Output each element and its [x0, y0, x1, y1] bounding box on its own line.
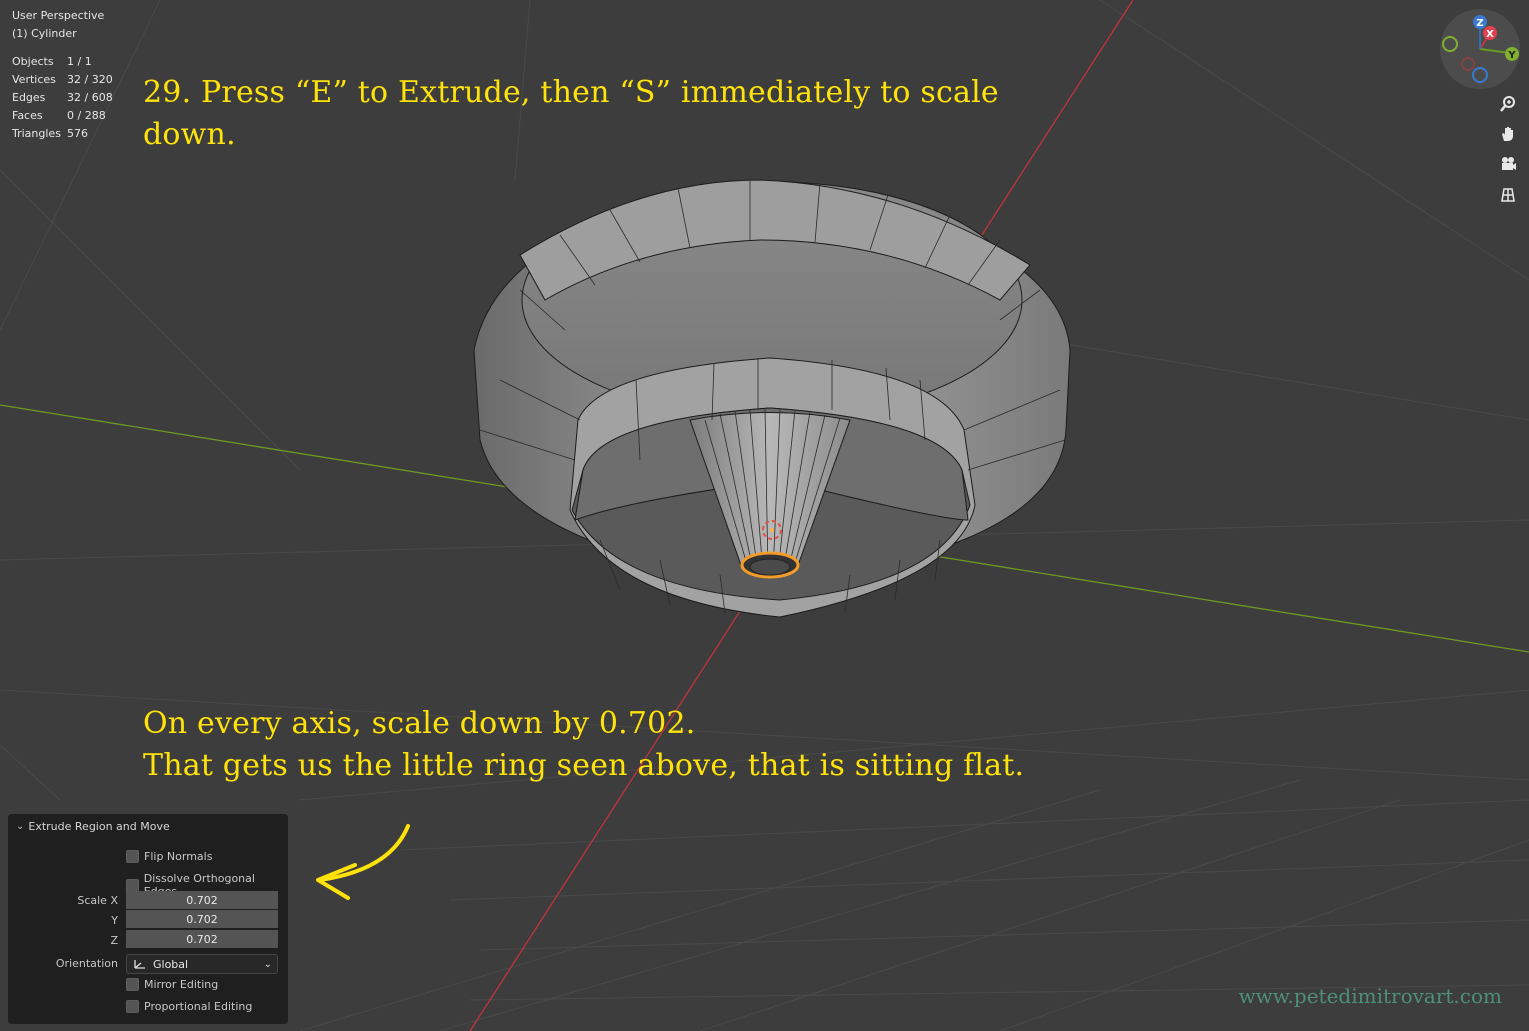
stats-row: Edges 32 / 608	[12, 89, 113, 107]
stats-row: Objects 1 / 1	[12, 53, 113, 71]
scale-x-field[interactable]: 0.702	[126, 891, 278, 909]
chevron-down-icon: ⌄	[263, 958, 272, 970]
viewport-mode: User Perspective	[12, 9, 105, 22]
navigation-gizmo[interactable]: X Y Z	[1440, 9, 1520, 89]
zoom-icon[interactable]	[1493, 90, 1523, 118]
stat-value: 32 / 608	[67, 91, 113, 104]
mirror-editing-label: Mirror Editing	[144, 978, 219, 991]
stats-row: Faces 0 / 288	[12, 107, 113, 125]
stat-value: 1 / 1	[67, 55, 92, 68]
gizmo-x-label: X	[1486, 29, 1494, 40]
annotation-step: 29. Press “E” to Extrude, then “S” immed…	[143, 75, 999, 152]
stats-row: Triangles 576	[12, 125, 113, 143]
dissolve-checkbox[interactable]	[126, 878, 139, 892]
scale-z-label: Z	[110, 934, 118, 947]
flip-normals-checkbox[interactable]	[126, 850, 139, 863]
flip-normals-option[interactable]: Flip Normals	[126, 850, 212, 863]
mirror-editing-checkbox[interactable]	[126, 978, 139, 991]
panel-header[interactable]: ⌄ Extrude Region and Move	[16, 820, 170, 833]
gizmo-axes: X Y Z	[1442, 15, 1519, 83]
stat-label: Triangles	[12, 127, 61, 140]
annotation-arrow	[316, 824, 410, 900]
orientation-value: Global	[153, 957, 189, 971]
orientation-icon	[134, 960, 145, 969]
camera-icon[interactable]	[1493, 150, 1523, 178]
stat-value: 32 / 320	[67, 73, 113, 86]
proportional-editing-option[interactable]: Proportional Editing	[126, 1000, 252, 1013]
annotation-line: On every axis, scale down by 0.702.	[143, 706, 696, 741]
annotation-instruction: On every axis, scale down by 0.702. That…	[143, 703, 1103, 787]
mirror-editing-option[interactable]: Mirror Editing	[126, 978, 218, 991]
viewport-stats: User Perspective (1) Cylinder Objects 1 /…	[12, 7, 113, 143]
gizmo-y-label: Y	[1507, 50, 1516, 61]
stat-label: Objects	[12, 55, 54, 68]
hand-pan-icon[interactable]	[1493, 120, 1523, 148]
grid-view-icon[interactable]	[1493, 181, 1523, 209]
scale-x-label: Scale X	[77, 894, 118, 907]
stat-value: 576	[67, 127, 88, 140]
chevron-down-icon[interactable]: ⌄	[16, 821, 24, 832]
proportional-editing-checkbox[interactable]	[126, 1000, 139, 1013]
stat-value: 0 / 288	[67, 109, 106, 122]
gizmo-z-label: Z	[1476, 18, 1483, 29]
annotation-line: That gets us the little ring seen above,…	[143, 748, 1025, 783]
stat-label: Faces	[12, 109, 43, 122]
scale-y-label: Y	[111, 914, 118, 927]
panel-title: Extrude Region and Move	[28, 820, 170, 833]
orientation-dropdown[interactable]: Global ⌄	[126, 954, 278, 974]
watermark: www.petedimitrovart.com	[1238, 984, 1502, 1008]
stat-label: Vertices	[12, 73, 56, 86]
cylinder-mesh[interactable]	[473, 179, 1071, 618]
proportional-editing-label: Proportional Editing	[144, 1000, 253, 1013]
scale-y-field[interactable]: 0.702	[126, 910, 278, 928]
flip-normals-label: Flip Normals	[144, 850, 213, 863]
active-object: (1) Cylinder	[12, 27, 77, 40]
scale-z-field[interactable]: 0.702	[126, 930, 278, 948]
orientation-label: Orientation	[55, 957, 118, 970]
stats-row: Vertices 32 / 320	[12, 71, 113, 89]
operator-panel[interactable]: ⌄ Extrude Region and Move Flip Normals D…	[8, 814, 288, 1024]
stat-label: Edges	[12, 91, 46, 104]
